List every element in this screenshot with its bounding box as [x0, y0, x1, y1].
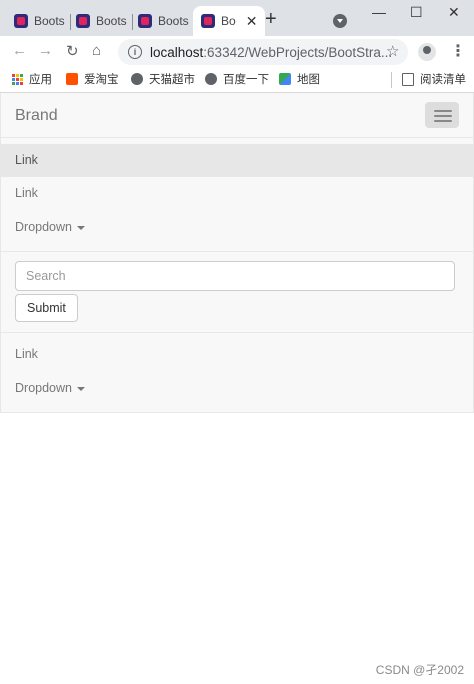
close-tab-icon[interactable]: ✕ — [246, 13, 258, 30]
bookmark-label: 爱淘宝 — [84, 74, 119, 86]
browser-tab-active[interactable]: Bo ✕ — [193, 6, 266, 36]
globe-icon — [205, 73, 217, 85]
more-menu-icon[interactable]: ⋮ — [450, 41, 466, 61]
navbar-brand[interactable]: Brand — [15, 107, 58, 125]
reading-list-button[interactable]: 阅读清单 — [402, 71, 466, 87]
url-host: localhost — [150, 44, 204, 60]
back-arrow-icon[interactable]: ← — [12, 42, 27, 59]
browser-tab[interactable]: Boots — [138, 6, 189, 36]
watermark: CSDN @孑2002 — [375, 663, 464, 677]
bookmark-tmall[interactable]: 天猫超市 — [131, 71, 195, 87]
forward-arrow-icon[interactable]: → — [38, 42, 53, 59]
maps-icon — [279, 73, 291, 85]
caret-down-icon — [76, 386, 85, 391]
browser-tab-strip: Boots Boots Boots Bo ✕ + — ☐ ✕ — [0, 0, 474, 36]
dropdown-label: Dropdown — [15, 381, 72, 395]
address-bar[interactable]: i localhost :63342/WebProjects/BootStra.… — [118, 39, 408, 65]
hamburger-icon-bar — [434, 115, 452, 117]
page-content: Brand Link Link Dropdown Submit Link Dro… — [0, 93, 474, 684]
nav-link-active[interactable]: Link — [1, 144, 473, 177]
reading-list-icon — [402, 72, 414, 86]
browser-tab[interactable]: Boots — [14, 6, 65, 36]
hamburger-icon-bar — [434, 120, 452, 122]
maximize-button[interactable]: ☐ — [410, 4, 423, 21]
profile-avatar-icon[interactable] — [418, 43, 436, 61]
minimize-button[interactable]: — — [372, 4, 386, 20]
tab-label: Boots — [34, 14, 65, 28]
tab-search-icon[interactable] — [333, 14, 347, 28]
nav-dropdown-toggle[interactable]: Dropdown — [1, 211, 473, 244]
nav-dropdown-toggle[interactable]: Dropdown — [1, 372, 473, 405]
reading-list-label: 阅读清单 — [420, 74, 466, 86]
jetbrains-icon — [14, 14, 28, 28]
search-input[interactable] — [15, 261, 455, 291]
address-toolbar: ← → ↻ ⌂ i localhost :63342/WebProjects/B… — [0, 36, 474, 66]
bookmark-label: 应用 — [29, 74, 52, 86]
close-window-button[interactable]: ✕ — [448, 4, 460, 21]
tab-label: Bo — [221, 14, 236, 28]
tab-label: Boots — [158, 14, 189, 28]
home-icon[interactable]: ⌂ — [92, 42, 101, 59]
caret-down-icon — [76, 225, 85, 230]
navbar-collapse-divider — [1, 137, 473, 138]
nav-link[interactable]: Link — [1, 177, 473, 210]
bookmarks-bar: 应用 爱淘宝 天猫超市 百度一下 地图 阅读清单 — [0, 66, 474, 93]
bookmark-label: 地图 — [297, 74, 320, 86]
url-path: :63342/WebProjects/BootStra... — [203, 44, 393, 60]
globe-icon — [131, 73, 143, 85]
navbar-toggle-button[interactable] — [425, 102, 459, 128]
taobao-icon — [66, 73, 78, 85]
bookmark-apps[interactable]: 应用 — [12, 71, 52, 87]
submit-button[interactable]: Submit — [15, 294, 78, 322]
hamburger-icon-bar — [434, 110, 452, 112]
tab-separator — [70, 14, 71, 30]
tab-label: Boots — [96, 14, 127, 28]
navbar: Brand Link Link Dropdown Submit Link Dro… — [0, 93, 474, 413]
dropdown-label: Dropdown — [15, 220, 72, 234]
reload-icon[interactable]: ↻ — [66, 42, 79, 60]
tab-separator — [132, 14, 133, 30]
bookmark-label: 百度一下 — [223, 74, 269, 86]
apps-icon — [12, 73, 23, 85]
jetbrains-icon — [76, 14, 90, 28]
navbar-search-form: Submit — [1, 251, 473, 333]
bookmark-label: 天猫超市 — [149, 74, 195, 86]
bookmark-star-icon[interactable]: ☆ — [386, 42, 399, 60]
site-info-icon[interactable]: i — [128, 45, 142, 59]
jetbrains-icon — [201, 14, 215, 28]
bookmark-baidu[interactable]: 百度一下 — [205, 71, 269, 87]
bookmark-separator — [391, 72, 392, 88]
bookmark-maps[interactable]: 地图 — [279, 71, 320, 87]
browser-tab[interactable]: Boots — [76, 6, 127, 36]
bookmark-taobao[interactable]: 爱淘宝 — [66, 71, 119, 87]
new-tab-button[interactable]: + — [265, 8, 277, 31]
jetbrains-icon — [138, 14, 152, 28]
nav-link[interactable]: Link — [1, 338, 473, 371]
